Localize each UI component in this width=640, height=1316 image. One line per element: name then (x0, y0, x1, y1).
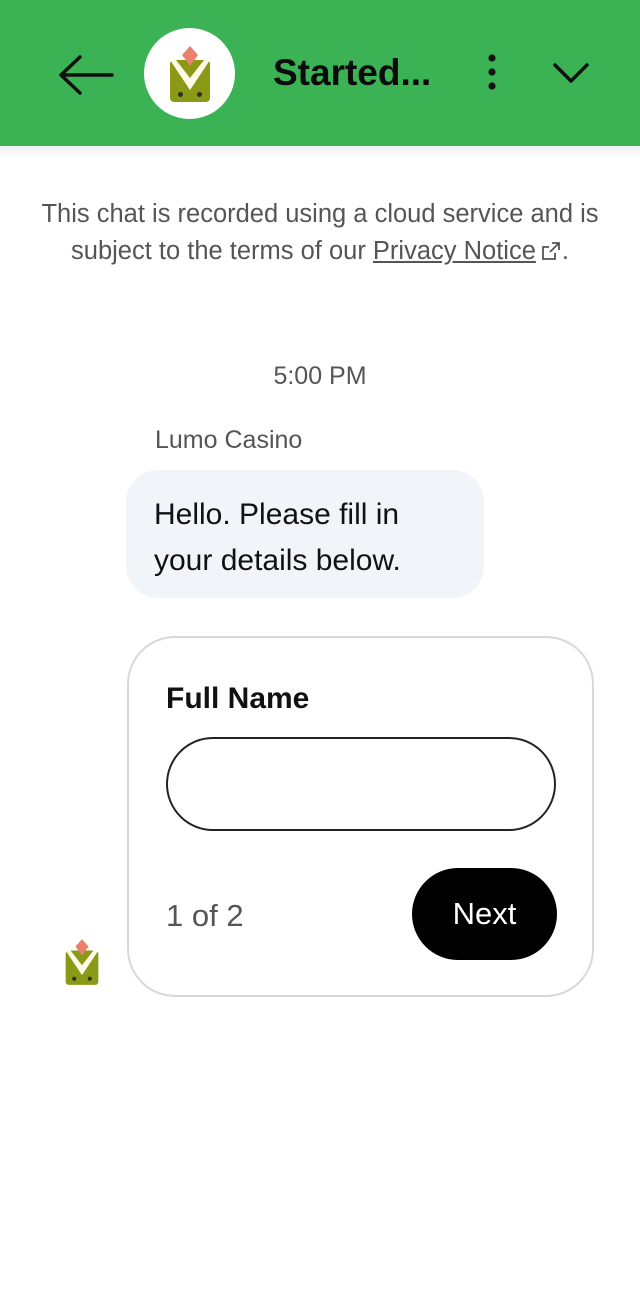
back-button[interactable] (52, 50, 118, 100)
sender-name: Lumo Casino (155, 426, 303, 454)
external-link-icon (541, 242, 560, 260)
bot-avatar (144, 28, 235, 119)
full-name-label: Full Name (166, 682, 310, 715)
message-timestamp: 5:00 PM (273, 362, 367, 390)
bot-avatar-small (64, 936, 100, 988)
header-divider (0, 146, 640, 158)
details-form-card: Full Name 1 of 2 Next (127, 636, 594, 997)
privacy-notice: This chat is recorded using a cloud serv… (40, 196, 600, 270)
minimize-chat-button[interactable] (548, 54, 594, 94)
message-bubble: Hello. Please fill in your details below… (126, 470, 484, 598)
more-options-button[interactable] (478, 52, 506, 94)
privacy-notice-link[interactable]: Privacy Notice (373, 237, 536, 265)
full-name-input[interactable] (166, 737, 556, 831)
more-vertical-icon (488, 54, 496, 90)
casino-logo-icon (169, 45, 210, 102)
arrow-left-icon (59, 55, 114, 95)
chat-title: Started... (273, 52, 432, 93)
notice-period: . (561, 237, 569, 265)
next-button[interactable]: Next (412, 868, 557, 960)
form-step-indicator: 1 of 2 (166, 898, 244, 933)
casino-logo-icon (65, 939, 99, 985)
chat-header: Started... (0, 0, 640, 146)
chevron-down-icon (553, 63, 589, 83)
